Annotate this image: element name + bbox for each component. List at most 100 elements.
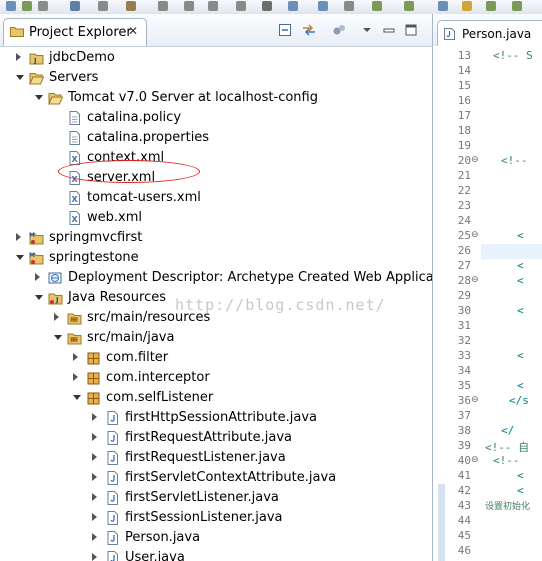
folder-icon xyxy=(10,27,24,37)
code-area[interactable]: <!-- S <!-- < < < < < < </s </<!-- 自 <!-- < < 设置初始化 xyxy=(481,46,542,561)
collapsed-arrow-icon[interactable] xyxy=(16,53,21,61)
tree-item[interactable]: firstRequestListener.java xyxy=(0,448,432,468)
line-number: 19 xyxy=(457,139,471,152)
expanded-arrow-icon[interactable] xyxy=(73,395,81,400)
toolbar-icon[interactable] xyxy=(344,1,354,11)
tree-item[interactable]: firstHttpSessionAttribute.java xyxy=(0,408,432,428)
fold-toggle-icon[interactable]: ⊖ xyxy=(471,230,479,240)
toolbar-icon[interactable] xyxy=(462,1,472,11)
fold-toggle-icon[interactable]: ⊖ xyxy=(471,395,479,405)
line-number: 39 xyxy=(457,439,471,452)
toolbar-icon[interactable] xyxy=(126,1,136,11)
package-icon xyxy=(87,392,100,405)
tree-item[interactable]: com.selfListener xyxy=(0,388,432,408)
toolbar-icon[interactable] xyxy=(158,1,168,11)
collapsed-arrow-icon[interactable] xyxy=(35,273,40,281)
expanded-arrow-icon[interactable] xyxy=(35,95,43,100)
tree-item[interactable]: Servers xyxy=(0,68,432,88)
line-number: 35 xyxy=(457,379,471,392)
toolbar-icon[interactable] xyxy=(236,1,246,11)
toolbar-icon[interactable] xyxy=(262,1,272,11)
expanded-arrow-icon[interactable] xyxy=(35,295,43,300)
tree-item[interactable]: com.filter xyxy=(0,348,432,368)
code-line: <!-- S xyxy=(493,49,533,62)
collapsed-arrow-icon[interactable] xyxy=(92,553,97,561)
toolbar-icon[interactable] xyxy=(70,1,80,11)
toolbar-icon[interactable] xyxy=(318,1,328,11)
fold-toggle-icon[interactable]: ⊖ xyxy=(471,455,479,465)
collapsed-arrow-icon[interactable] xyxy=(92,413,97,421)
tab-project-explorer[interactable]: Project Explorer ✕ xyxy=(3,18,147,46)
toolbar-icon[interactable] xyxy=(6,1,16,11)
tree-item-label: com.selfListener xyxy=(106,390,214,405)
toolbar-icon[interactable] xyxy=(438,1,448,11)
tree-item[interactable]: firstRequestAttribute.java xyxy=(0,428,432,448)
collapsed-arrow-icon[interactable] xyxy=(92,453,97,461)
close-icon[interactable]: ✕ xyxy=(128,24,138,38)
toolbar-icon[interactable] xyxy=(288,1,298,11)
collapsed-arrow-icon[interactable] xyxy=(92,513,97,521)
tree-item-label: firstRequestListener.java xyxy=(125,450,286,465)
toolbar-icon[interactable] xyxy=(98,1,108,11)
tree-item[interactable]: Mspringmvcfirst xyxy=(0,228,432,248)
tree-item-label: firstHttpSessionAttribute.java xyxy=(125,410,317,425)
source-folder-icon xyxy=(67,313,82,325)
tree-item-label: firstSessionListener.java xyxy=(125,510,283,525)
link-with-editor-icon[interactable] xyxy=(302,23,316,37)
view-settings-icon[interactable] xyxy=(332,23,346,37)
toolbar-icon[interactable] xyxy=(38,1,48,11)
toolbar-icon[interactable] xyxy=(486,1,496,11)
tree-item[interactable]: Deployment Descriptor: Archetype Created… xyxy=(0,268,432,288)
tree-item[interactable]: User.java xyxy=(0,548,432,561)
collapse-all-icon[interactable] xyxy=(278,23,292,37)
tree-item-label: User.java xyxy=(125,550,185,561)
fold-toggle-icon[interactable]: ⊖ xyxy=(471,155,479,165)
line-number: 21 xyxy=(457,169,471,182)
tree-item[interactable]: firstSessionListener.java xyxy=(0,508,432,528)
tree-item[interactable]: Xweb.xml xyxy=(0,208,432,228)
tree-item[interactable]: com.interceptor xyxy=(0,368,432,388)
java-project-icon: J xyxy=(29,53,44,65)
collapsed-arrow-icon[interactable] xyxy=(92,433,97,441)
collapsed-arrow-icon[interactable] xyxy=(92,493,97,501)
line-number: 37 xyxy=(457,409,471,422)
fold-toggle-icon[interactable]: ⊖ xyxy=(471,275,479,285)
minimize-icon[interactable] xyxy=(382,23,396,37)
collapsed-arrow-icon[interactable] xyxy=(16,233,21,241)
toolbar-icon[interactable] xyxy=(372,1,382,11)
view-menu-icon[interactable] xyxy=(360,23,374,37)
svg-text:X: X xyxy=(72,195,79,204)
tree-item[interactable]: JjdbcDemo xyxy=(0,48,432,68)
tree-item[interactable]: Xcontext.xml xyxy=(0,148,432,168)
collapsed-arrow-icon[interactable] xyxy=(54,313,59,321)
toolbar-icon[interactable] xyxy=(512,1,522,11)
toolbar-icon[interactable] xyxy=(404,1,414,11)
toolbar-icon[interactable] xyxy=(22,1,32,11)
tree-item[interactable]: firstServletContextAttribute.java xyxy=(0,468,432,488)
collapsed-arrow-icon[interactable] xyxy=(73,353,78,361)
tab-person-java[interactable]: Person.java xyxy=(437,20,542,47)
tree-item[interactable]: Person.java xyxy=(0,528,432,548)
tree-item[interactable]: Tomcat v7.0 Server at localhost-config xyxy=(0,88,432,108)
tree-item[interactable]: catalina.policy xyxy=(0,108,432,128)
tree-item[interactable]: Mspringtestone xyxy=(0,248,432,268)
toolbar-icon[interactable] xyxy=(208,1,218,11)
tree-item[interactable]: src/main/java xyxy=(0,328,432,348)
code-line: < xyxy=(517,229,524,242)
toolbar-icon[interactable] xyxy=(184,1,194,11)
tree-item-label: web.xml xyxy=(87,210,142,225)
tree-item[interactable]: firstServletListener.java xyxy=(0,488,432,508)
collapsed-arrow-icon[interactable] xyxy=(92,473,97,481)
line-number: 46 xyxy=(457,544,471,557)
tree-item[interactable]: catalina.properties xyxy=(0,128,432,148)
maximize-icon[interactable] xyxy=(404,23,418,37)
tree-item-label: Tomcat v7.0 Server at localhost-config xyxy=(68,90,318,105)
line-number: 26 xyxy=(457,244,471,257)
expanded-arrow-icon[interactable] xyxy=(16,255,24,260)
expanded-arrow-icon[interactable] xyxy=(54,335,62,340)
tree-item[interactable]: Xtomcat-users.xml xyxy=(0,188,432,208)
line-number: 13 xyxy=(457,49,471,62)
collapsed-arrow-icon[interactable] xyxy=(73,373,78,381)
collapsed-arrow-icon[interactable] xyxy=(92,533,97,541)
expanded-arrow-icon[interactable] xyxy=(16,75,24,80)
